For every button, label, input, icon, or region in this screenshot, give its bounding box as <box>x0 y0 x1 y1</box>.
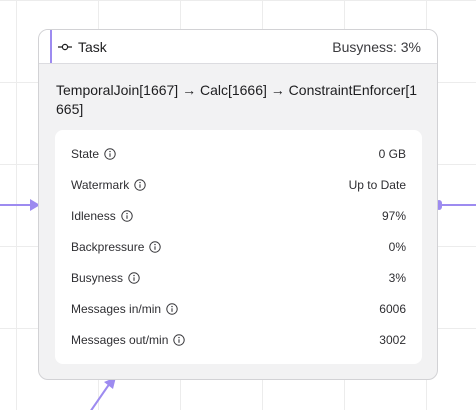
metric-label: Messages in/min <box>71 301 162 316</box>
metric-value: 3002 <box>379 332 406 347</box>
metric-label: Busyness <box>71 270 124 285</box>
info-icon[interactable] <box>134 178 146 191</box>
task-node-header[interactable]: Task Busyness: 3% <box>39 30 437 64</box>
node-type-label: Task <box>78 38 107 55</box>
header-busyness: Busyness: 3% <box>332 38 421 55</box>
metric-row-messages-out: Messages out/min 3002 <box>71 324 406 355</box>
metric-row-busyness: Busyness 3% <box>71 262 406 293</box>
info-icon[interactable] <box>149 240 162 253</box>
incoming-edge-left <box>0 204 32 206</box>
metric-row-backpressure: Backpressure 0% <box>71 231 406 262</box>
metric-row-idleness: Idleness 97% <box>71 200 406 231</box>
metric-value: 0% <box>388 239 406 254</box>
info-icon[interactable] <box>104 147 116 160</box>
info-icon[interactable] <box>121 209 133 222</box>
metric-row-watermark: Watermark Up to Date <box>71 169 406 200</box>
info-icon[interactable] <box>166 302 178 315</box>
info-icon[interactable] <box>173 333 186 346</box>
metric-label: Idleness <box>71 208 116 223</box>
commit-node-icon <box>58 42 72 52</box>
metric-value: Up to Date <box>348 177 406 192</box>
operator-chain-title: TemporalJoin[1667] → Calc[1666] → Constr… <box>56 82 418 117</box>
outgoing-edge-right <box>440 204 476 206</box>
task-node[interactable]: Task Busyness: 3% TemporalJoin[1667] → C… <box>38 29 438 380</box>
metric-value: 97% <box>381 208 406 223</box>
metric-value: 6006 <box>379 301 406 316</box>
metric-label: Messages out/min <box>71 332 169 347</box>
metric-row-messages-in: Messages in/min 6006 <box>71 293 406 324</box>
node-accent-bar <box>50 30 52 63</box>
metric-value: 3% <box>388 270 406 285</box>
metric-label: State <box>71 146 100 161</box>
info-icon[interactable] <box>128 271 140 284</box>
metric-row-state: State 0 GB <box>71 138 406 169</box>
metric-value: 0 GB <box>378 146 406 161</box>
metric-label: Backpressure <box>71 239 145 254</box>
metrics-panel: State 0 GB Watermark Up to Date Idleness… <box>55 130 422 364</box>
metric-label: Watermark <box>71 177 130 192</box>
